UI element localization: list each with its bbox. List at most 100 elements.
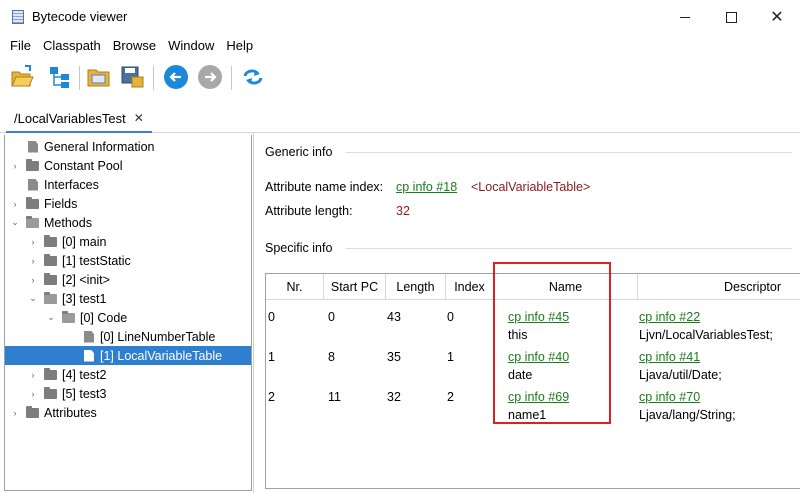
cell-length: 32 bbox=[387, 390, 401, 404]
cell-nr: 0 bbox=[268, 310, 275, 324]
expand-arrow-icon[interactable]: › bbox=[10, 199, 20, 209]
tree-item-test2[interactable]: › [4] test2 bbox=[28, 365, 106, 384]
tree-item-code[interactable]: ⌄ [0] Code bbox=[46, 308, 127, 327]
tree-item-label: Attributes bbox=[44, 405, 97, 420]
tree-item-local-variable-table[interactable]: [1] LocalVariableTable bbox=[5, 346, 251, 365]
document-icon bbox=[28, 178, 38, 191]
folder-icon bbox=[26, 196, 39, 209]
expand-arrow-icon[interactable]: › bbox=[28, 370, 38, 380]
tree-item-constant-pool[interactable]: › Constant Pool bbox=[10, 156, 123, 175]
back-button[interactable] bbox=[164, 65, 188, 89]
cell-nr: 2 bbox=[268, 390, 275, 404]
cell-index: 0 bbox=[447, 310, 454, 324]
attribute-name-label: Attribute name index: bbox=[265, 180, 384, 194]
cell-descriptor: Ljava/util/Date; bbox=[639, 368, 722, 382]
collapse-arrow-icon[interactable]: ⌄ bbox=[46, 312, 56, 323]
menu-window[interactable]: Window bbox=[162, 38, 220, 53]
menu-browse[interactable]: Browse bbox=[107, 38, 162, 53]
folder-icon bbox=[44, 234, 57, 247]
folder-icon bbox=[44, 253, 57, 266]
tree-item-label: Fields bbox=[44, 196, 78, 211]
minimize-icon bbox=[680, 16, 690, 18]
tab-local-variables-test[interactable]: /LocalVariablesTest ✕ bbox=[6, 105, 152, 133]
tree-item-label: [0] Code bbox=[80, 310, 128, 325]
tree-item-label: [0] main bbox=[62, 234, 107, 249]
tree-item-teststatic[interactable]: › [1] testStatic bbox=[28, 251, 131, 270]
tree-item-label: [1] LocalVariableTable bbox=[100, 348, 223, 363]
minimize-button[interactable] bbox=[662, 0, 708, 34]
menu-help[interactable]: Help bbox=[220, 38, 259, 53]
column-header-index[interactable]: Index bbox=[446, 274, 494, 300]
forward-button[interactable] bbox=[198, 65, 222, 89]
tree-item-interfaces[interactable]: Interfaces bbox=[10, 175, 99, 194]
tab-close-icon[interactable]: ✕ bbox=[134, 111, 144, 125]
menu-file[interactable]: File bbox=[4, 38, 37, 53]
tree-item-label: [4] test2 bbox=[62, 367, 107, 382]
menu-bar: File Classpath Browse Window Help bbox=[0, 34, 800, 56]
toolbar-separator bbox=[153, 66, 154, 90]
open-folder-button[interactable] bbox=[86, 64, 112, 90]
class-tree-button[interactable] bbox=[47, 64, 73, 90]
open-folder-icon bbox=[62, 310, 75, 323]
collapse-arrow-icon[interactable]: ⌄ bbox=[28, 293, 38, 304]
maximize-button[interactable] bbox=[708, 0, 754, 34]
class-tree: General Information › Constant Pool Inte… bbox=[4, 135, 252, 491]
tree-item-main[interactable]: › [0] main bbox=[28, 232, 106, 251]
menu-classpath[interactable]: Classpath bbox=[37, 38, 107, 53]
cell-index: 1 bbox=[447, 350, 454, 364]
folder-icon bbox=[44, 386, 57, 399]
tab-label: /LocalVariablesTest bbox=[14, 110, 126, 126]
folder-icon bbox=[44, 272, 57, 285]
expand-arrow-icon[interactable]: › bbox=[28, 256, 38, 266]
class-tree-icon bbox=[50, 67, 69, 88]
tree-item-label: [1] testStatic bbox=[62, 253, 131, 268]
tree-item-methods[interactable]: ⌄ Methods bbox=[10, 213, 92, 232]
tree-item-line-number-table[interactable]: [0] LineNumberTable bbox=[82, 327, 215, 346]
folder-icon bbox=[26, 405, 39, 418]
tree-item-test3[interactable]: › [5] test3 bbox=[28, 384, 106, 403]
tree-item-init[interactable]: › [2] <init> bbox=[28, 270, 110, 289]
attribute-name-link[interactable]: cp info #18 bbox=[396, 180, 457, 194]
refresh-button[interactable] bbox=[240, 64, 266, 90]
forward-icon bbox=[205, 72, 217, 82]
expand-arrow-icon[interactable]: › bbox=[28, 237, 38, 247]
expand-arrow-icon[interactable]: › bbox=[10, 408, 20, 418]
refresh-icon bbox=[243, 69, 263, 85]
tree-item-attributes[interactable]: › Attributes bbox=[10, 403, 97, 422]
tree-item-label: Interfaces bbox=[44, 177, 99, 192]
generic-info-title: Generic info bbox=[265, 145, 333, 159]
column-header-nr[interactable]: Nr. bbox=[266, 274, 324, 300]
expand-arrow-icon[interactable]: › bbox=[10, 161, 20, 171]
toolbar bbox=[0, 58, 800, 96]
tree-item-label: [3] test1 bbox=[62, 291, 107, 306]
document-icon bbox=[84, 349, 94, 362]
back-icon bbox=[169, 72, 181, 82]
document-icon bbox=[28, 140, 38, 153]
column-header-length[interactable]: Length bbox=[386, 274, 446, 300]
column-header-descriptor[interactable]: Descriptor bbox=[638, 274, 800, 300]
attribute-name-value: <LocalVariableTable> bbox=[471, 180, 591, 194]
close-button[interactable]: ✕ bbox=[754, 0, 800, 34]
cell-descriptor-link[interactable]: cp info #70 bbox=[639, 390, 700, 404]
cell-descriptor-link[interactable]: cp info #22 bbox=[639, 310, 700, 324]
cell-descriptor-link[interactable]: cp info #41 bbox=[639, 350, 700, 364]
section-divider bbox=[346, 152, 792, 153]
expand-arrow-icon[interactable]: › bbox=[28, 389, 38, 399]
tree-item-test1[interactable]: ⌄ [3] test1 bbox=[28, 289, 106, 308]
tree-item-fields[interactable]: › Fields bbox=[10, 194, 77, 213]
cell-descriptor: Ljava/lang/String; bbox=[639, 408, 736, 422]
folder-icon bbox=[44, 367, 57, 380]
app-icon bbox=[12, 10, 24, 24]
column-header-start-pc[interactable]: Start PC bbox=[324, 274, 386, 300]
maximize-icon bbox=[725, 11, 737, 23]
tree-item-label: [2] <init> bbox=[62, 272, 110, 287]
expand-arrow-icon[interactable]: › bbox=[28, 275, 38, 285]
tree-item-label: General Information bbox=[44, 139, 155, 154]
open-folder-icon bbox=[87, 69, 110, 87]
collapse-arrow-icon[interactable]: ⌄ bbox=[10, 217, 20, 228]
cell-start-pc: 11 bbox=[328, 390, 341, 404]
save-button[interactable] bbox=[119, 64, 145, 90]
open-file-button[interactable] bbox=[9, 64, 35, 90]
tree-item-general-information[interactable]: General Information bbox=[10, 137, 154, 156]
open-folder-icon bbox=[44, 291, 57, 304]
